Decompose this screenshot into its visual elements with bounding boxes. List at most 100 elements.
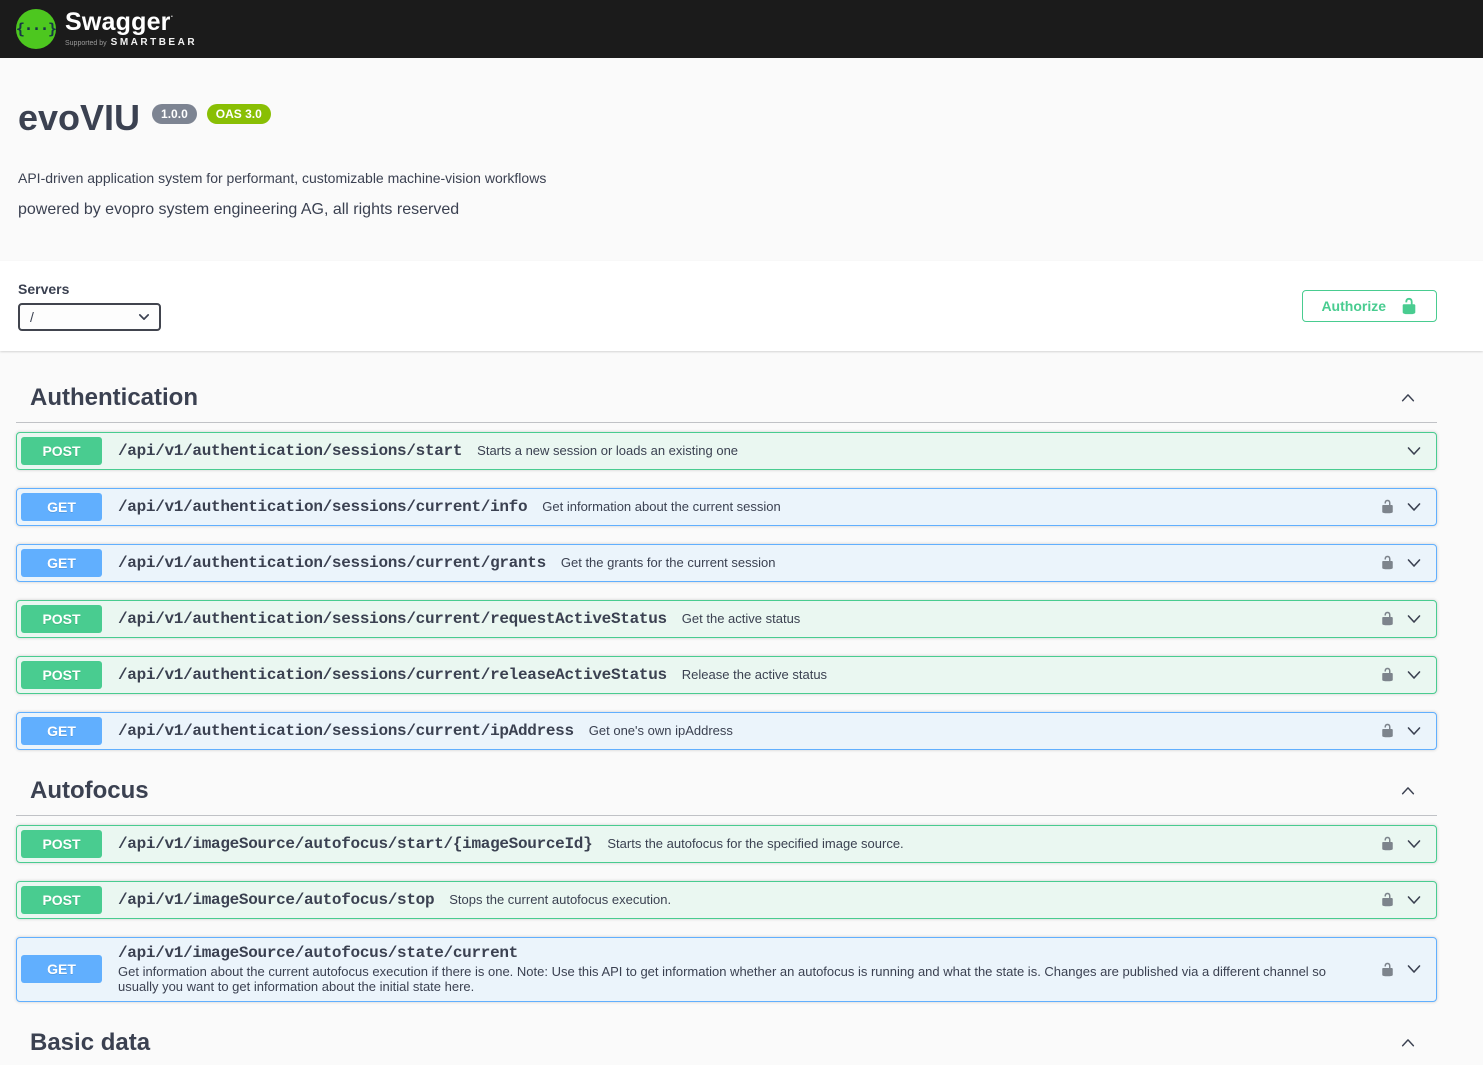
chevron-up-icon[interactable] bbox=[1399, 1034, 1417, 1052]
expand-operation-button[interactable] bbox=[1404, 553, 1424, 573]
operation-row: POST /api/v1/authentication/sessions/sta… bbox=[16, 432, 1437, 470]
operation-main: /api/v1/authentication/sessions/start St… bbox=[118, 442, 738, 460]
expand-operation-button[interactable] bbox=[1404, 721, 1424, 741]
operation-main: /api/v1/imageSource/autofocus/stop Stops… bbox=[118, 891, 671, 909]
section-title: Autofocus bbox=[30, 777, 149, 806]
operation-row: POST /api/v1/authentication/sessions/cur… bbox=[16, 656, 1437, 694]
expand-operation-button[interactable] bbox=[1404, 834, 1424, 854]
section-operations: POST /api/v1/authentication/sessions/sta… bbox=[16, 423, 1437, 750]
auth-lock-button[interactable] bbox=[1380, 611, 1395, 626]
operation-main: /api/v1/authentication/sessions/current/… bbox=[118, 498, 781, 516]
chevron-up-icon[interactable] bbox=[1399, 389, 1417, 407]
expand-operation-button[interactable] bbox=[1404, 665, 1424, 685]
operation-summary-bar[interactable]: POST /api/v1/imageSource/autofocus/stop … bbox=[17, 882, 1436, 918]
api-section: Basic data bbox=[16, 1020, 1437, 1065]
unlock-icon bbox=[1380, 611, 1395, 626]
auth-lock-button[interactable] bbox=[1380, 499, 1395, 514]
operation-path: /api/v1/authentication/sessions/start bbox=[118, 442, 462, 460]
operation-main: /api/v1/imageSource/autofocus/start/{ima… bbox=[118, 835, 904, 853]
operation-summary-bar[interactable]: GET /api/v1/authentication/sessions/curr… bbox=[17, 713, 1436, 749]
operation-summary-bar[interactable]: GET /api/v1/imageSource/autofocus/state/… bbox=[17, 938, 1436, 1001]
method-badge: POST bbox=[21, 830, 102, 858]
operation-row: POST /api/v1/imageSource/autofocus/start… bbox=[16, 825, 1437, 863]
page-title: evoVIU bbox=[18, 100, 140, 136]
expand-operation-button[interactable] bbox=[1404, 497, 1424, 517]
operation-summary-bar[interactable]: GET /api/v1/authentication/sessions/curr… bbox=[17, 545, 1436, 581]
operation-row: GET /api/v1/authentication/sessions/curr… bbox=[16, 488, 1437, 526]
method-badge: POST bbox=[21, 605, 102, 633]
servers-select[interactable]: / bbox=[18, 303, 161, 331]
chevron-down-icon bbox=[1404, 890, 1424, 910]
operation-main: /api/v1/imageSource/autofocus/state/curr… bbox=[118, 944, 1340, 995]
operation-path: /api/v1/authentication/sessions/current/… bbox=[118, 722, 574, 740]
operation-summary-bar[interactable]: GET /api/v1/authentication/sessions/curr… bbox=[17, 489, 1436, 525]
expand-operation-button[interactable] bbox=[1404, 441, 1424, 461]
method-badge: POST bbox=[21, 886, 102, 914]
operation-main: /api/v1/authentication/sessions/current/… bbox=[118, 554, 775, 572]
api-info: evoVIU 1.0.0 OAS 3.0 API-driven applicat… bbox=[0, 58, 1483, 261]
unlock-icon bbox=[1400, 297, 1418, 315]
unlock-icon bbox=[1380, 555, 1395, 570]
operation-path: /api/v1/imageSource/autofocus/stop bbox=[118, 891, 434, 909]
auth-lock-button[interactable] bbox=[1380, 836, 1395, 851]
section-header[interactable]: Autofocus bbox=[16, 768, 1437, 816]
operation-summary-bar[interactable]: POST /api/v1/authentication/sessions/cur… bbox=[17, 657, 1436, 693]
operation-summary: Stops the current autofocus execution. bbox=[449, 892, 671, 907]
operation-summary-bar[interactable]: POST /api/v1/authentication/sessions/sta… bbox=[17, 433, 1436, 469]
operation-main: /api/v1/authentication/sessions/current/… bbox=[118, 610, 800, 628]
chevron-up-icon[interactable] bbox=[1399, 782, 1417, 800]
unlock-icon bbox=[1380, 667, 1395, 682]
chevron-down-icon bbox=[1404, 665, 1424, 685]
brand-name: Swagger. bbox=[65, 10, 197, 35]
operation-row: GET /api/v1/imageSource/autofocus/state/… bbox=[16, 937, 1437, 1002]
chevron-down-icon bbox=[1404, 721, 1424, 741]
chevron-down-icon bbox=[1404, 834, 1424, 854]
method-badge: POST bbox=[21, 661, 102, 689]
unlock-icon bbox=[1380, 836, 1395, 851]
authorize-button[interactable]: Authorize bbox=[1302, 290, 1437, 322]
section-title: Authentication bbox=[30, 384, 198, 413]
unlock-icon bbox=[1380, 892, 1395, 907]
section-header[interactable]: Authentication bbox=[16, 375, 1437, 423]
method-badge: GET bbox=[21, 717, 102, 745]
auth-lock-button[interactable] bbox=[1380, 962, 1395, 977]
operation-summary: Get one's own ipAddress bbox=[589, 723, 733, 738]
operation-summary: Starts the autofocus for the specified i… bbox=[607, 836, 903, 851]
operation-summary: Get information about the current autofo… bbox=[118, 964, 1340, 995]
operation-path: /api/v1/authentication/sessions/current/… bbox=[118, 554, 546, 572]
operation-row: POST /api/v1/authentication/sessions/cur… bbox=[16, 600, 1437, 638]
method-badge: GET bbox=[21, 955, 102, 983]
unlock-icon bbox=[1380, 499, 1395, 514]
auth-lock-button[interactable] bbox=[1380, 555, 1395, 570]
operation-path: /api/v1/authentication/sessions/current/… bbox=[118, 610, 667, 628]
operation-main: /api/v1/authentication/sessions/current/… bbox=[118, 666, 827, 684]
oas-badge: OAS 3.0 bbox=[207, 104, 271, 124]
operation-summary-bar[interactable]: POST /api/v1/authentication/sessions/cur… bbox=[17, 601, 1436, 637]
auth-lock-button[interactable] bbox=[1380, 723, 1395, 738]
trademark-mark: . bbox=[171, 9, 174, 19]
topbar: {···} Swagger. Supported by SMARTBEAR bbox=[0, 0, 1483, 58]
operation-row: GET /api/v1/authentication/sessions/curr… bbox=[16, 544, 1437, 582]
api-copyright: powered by evopro system engineering AG,… bbox=[18, 201, 1437, 219]
expand-operation-button[interactable] bbox=[1404, 609, 1424, 629]
operation-summary-bar[interactable]: POST /api/v1/imageSource/autofocus/start… bbox=[17, 826, 1436, 862]
operation-path: /api/v1/authentication/sessions/current/… bbox=[118, 498, 527, 516]
smartbear-label: SMARTBEAR bbox=[111, 38, 197, 48]
operation-row: POST /api/v1/imageSource/autofocus/stop … bbox=[16, 881, 1437, 919]
operation-path: /api/v1/imageSource/autofocus/start/{ima… bbox=[118, 835, 592, 853]
operation-summary: Get the active status bbox=[682, 611, 801, 626]
operation-summary: Get the grants for the current session bbox=[561, 555, 776, 570]
method-badge: POST bbox=[21, 437, 102, 465]
chevron-down-icon bbox=[1404, 497, 1424, 517]
chevron-down-icon bbox=[1404, 609, 1424, 629]
swagger-logo[interactable]: {···} Swagger. Supported by SMARTBEAR bbox=[16, 9, 197, 49]
auth-lock-button[interactable] bbox=[1380, 667, 1395, 682]
section-header[interactable]: Basic data bbox=[16, 1020, 1437, 1065]
operation-path: /api/v1/imageSource/autofocus/state/curr… bbox=[118, 944, 518, 962]
expand-operation-button[interactable] bbox=[1404, 890, 1424, 910]
api-description: API-driven application system for perfor… bbox=[18, 170, 1437, 186]
expand-operation-button[interactable] bbox=[1404, 959, 1424, 979]
supported-by-label: Supported by bbox=[65, 40, 107, 47]
servers-label: Servers bbox=[18, 281, 161, 297]
auth-lock-button[interactable] bbox=[1380, 892, 1395, 907]
